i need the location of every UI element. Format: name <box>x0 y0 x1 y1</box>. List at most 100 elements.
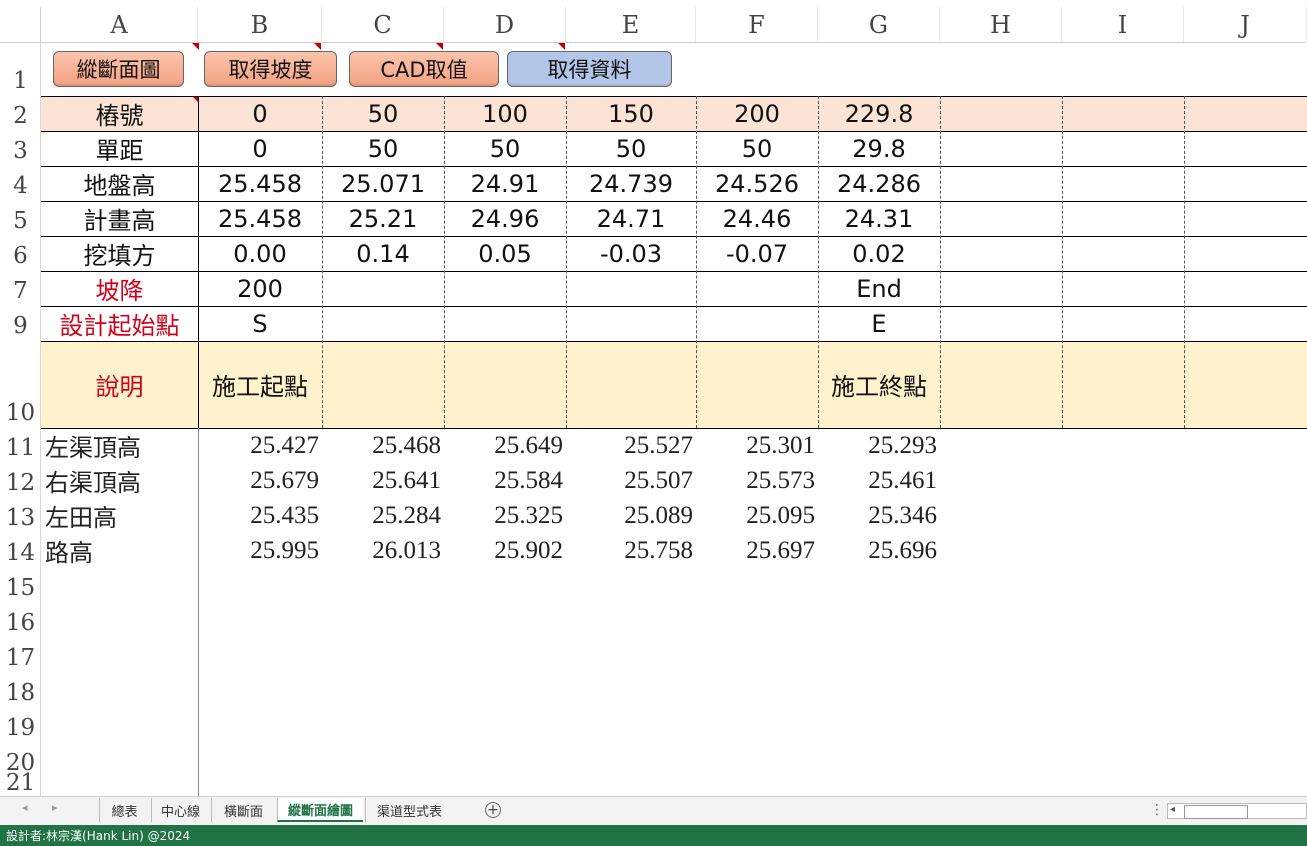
lower-cell[interactable]: 25.696 <box>818 533 937 568</box>
table-cell[interactable]: S <box>198 306 322 341</box>
lower-cell[interactable]: 25.902 <box>444 533 563 568</box>
profile-drawing-button[interactable]: 縱斷面圖 <box>53 51 184 87</box>
cad-value-button[interactable]: CAD取值 <box>349 51 499 87</box>
row-header-14[interactable]: 14 <box>0 533 41 568</box>
row-header-13[interactable]: 13 <box>0 498 41 533</box>
table-cell[interactable]: 50 <box>322 131 444 166</box>
lower-cell[interactable]: 25.507 <box>566 463 693 498</box>
lower-cell[interactable]: 25.346 <box>818 498 937 533</box>
row-header-5[interactable]: 5 <box>0 201 41 236</box>
scrollbar-left-arrow-icon[interactable]: ◂ <box>1170 804 1175 815</box>
row-header-19[interactable]: 19 <box>0 708 41 743</box>
row-header-7[interactable]: 7 <box>0 271 41 306</box>
row-header-1[interactable]: 1 <box>0 43 41 96</box>
tab-split-handle[interactable]: ⋮ <box>1150 802 1164 818</box>
row-header-21[interactable]: 21 <box>0 770 41 798</box>
row-header-9[interactable]: 9 <box>0 306 41 341</box>
lower-cell[interactable]: 25.995 <box>198 533 319 568</box>
table-cell[interactable]: -0.07 <box>696 236 818 271</box>
lower-cell[interactable]: 25.435 <box>198 498 319 533</box>
table-cell[interactable]: 0 <box>198 96 322 131</box>
lower-cell[interactable]: 25.325 <box>444 498 563 533</box>
row-header-10[interactable]: 10 <box>0 341 41 428</box>
column-header-g[interactable]: G <box>818 7 940 43</box>
table-cell[interactable]: 200 <box>696 96 818 131</box>
sheet-tab[interactable]: 渠道型式表 <box>365 798 453 822</box>
horizontal-scrollbar[interactable]: ◂ <box>1167 803 1307 819</box>
column-header-j[interactable]: J <box>1184 7 1307 43</box>
column-header-e[interactable]: E <box>566 7 696 43</box>
lower-cell[interactable]: 25.461 <box>818 463 937 498</box>
lower-cell[interactable]: 25.641 <box>322 463 441 498</box>
table-cell[interactable]: 25.458 <box>198 201 322 236</box>
column-header-f[interactable]: F <box>696 7 818 43</box>
column-header-d[interactable]: D <box>444 7 566 43</box>
lower-cell[interactable]: 25.573 <box>696 463 815 498</box>
table-cell[interactable]: 24.286 <box>818 166 940 201</box>
table-cell[interactable]: 50 <box>444 131 566 166</box>
sheet-tab[interactable]: 縱斷面繪圖 <box>277 798 363 822</box>
table-cell[interactable]: 29.8 <box>818 131 940 166</box>
sheet-tab[interactable]: 總表 <box>99 798 149 822</box>
sheet-tab[interactable]: 橫斷面 <box>211 798 275 822</box>
column-header-b[interactable]: B <box>198 7 322 43</box>
lower-cell[interactable]: 25.293 <box>818 428 937 463</box>
lower-cell[interactable]: 25.527 <box>566 428 693 463</box>
lower-cell[interactable]: 26.013 <box>322 533 441 568</box>
row-header-18[interactable]: 18 <box>0 673 41 708</box>
table-cell[interactable]: 100 <box>444 96 566 131</box>
lower-cell[interactable]: 25.649 <box>444 428 563 463</box>
lower-cell[interactable]: 25.427 <box>198 428 319 463</box>
row-header-11[interactable]: 11 <box>0 428 41 463</box>
table-cell[interactable]: 施工起點 <box>198 341 322 428</box>
lower-cell[interactable]: 25.284 <box>322 498 441 533</box>
lower-cell[interactable]: 25.758 <box>566 533 693 568</box>
table-cell[interactable]: 25.071 <box>322 166 444 201</box>
lower-cell[interactable]: 25.584 <box>444 463 563 498</box>
table-cell[interactable]: 24.71 <box>566 201 696 236</box>
table-cell[interactable]: 0.02 <box>818 236 940 271</box>
table-cell[interactable]: 24.46 <box>696 201 818 236</box>
table-cell[interactable]: 0.05 <box>444 236 566 271</box>
column-header-a[interactable]: A <box>41 7 198 43</box>
table-cell[interactable]: 0.00 <box>198 236 322 271</box>
sheet-tab[interactable]: 中心線 <box>151 798 209 822</box>
table-cell[interactable]: End <box>818 271 940 306</box>
column-header-i[interactable]: I <box>1062 7 1184 43</box>
row-header-15[interactable]: 15 <box>0 568 41 603</box>
column-header-c[interactable]: C <box>322 7 444 43</box>
table-cell[interactable]: 50 <box>696 131 818 166</box>
table-cell[interactable]: 0 <box>198 131 322 166</box>
table-cell[interactable]: 24.739 <box>566 166 696 201</box>
column-header-h[interactable]: H <box>940 7 1062 43</box>
table-cell[interactable]: 24.91 <box>444 166 566 201</box>
table-cell[interactable]: E <box>818 306 940 341</box>
scroll-left-icon[interactable]: ◂ <box>22 801 28 814</box>
scroll-right-icon[interactable]: ▸ <box>52 801 58 814</box>
lower-cell[interactable]: 25.089 <box>566 498 693 533</box>
table-cell[interactable]: -0.03 <box>566 236 696 271</box>
table-cell[interactable]: 施工終點 <box>818 341 940 428</box>
table-cell[interactable]: 24.96 <box>444 201 566 236</box>
table-cell[interactable]: 25.21 <box>322 201 444 236</box>
table-cell[interactable]: 0.14 <box>322 236 444 271</box>
row-header-4[interactable]: 4 <box>0 166 41 201</box>
scrollbar-thumb[interactable] <box>1184 805 1248 819</box>
table-cell[interactable]: 24.31 <box>818 201 940 236</box>
lower-cell[interactable]: 25.301 <box>696 428 815 463</box>
table-cell[interactable]: 200 <box>198 271 322 306</box>
row-header-16[interactable]: 16 <box>0 603 41 638</box>
table-cell[interactable]: 25.458 <box>198 166 322 201</box>
lower-cell[interactable]: 25.697 <box>696 533 815 568</box>
row-header-2[interactable]: 2 <box>0 96 41 131</box>
lower-cell[interactable]: 25.468 <box>322 428 441 463</box>
row-header-6[interactable]: 6 <box>0 236 41 271</box>
add-sheet-icon[interactable]: + <box>485 802 501 818</box>
lower-cell[interactable]: 25.095 <box>696 498 815 533</box>
table-cell[interactable]: 229.8 <box>818 96 940 131</box>
table-cell[interactable]: 50 <box>322 96 444 131</box>
select-all-corner[interactable] <box>0 7 41 43</box>
lower-cell[interactable]: 25.679 <box>198 463 319 498</box>
table-cell[interactable]: 24.526 <box>696 166 818 201</box>
get-data-button[interactable]: 取得資料 <box>507 51 672 87</box>
